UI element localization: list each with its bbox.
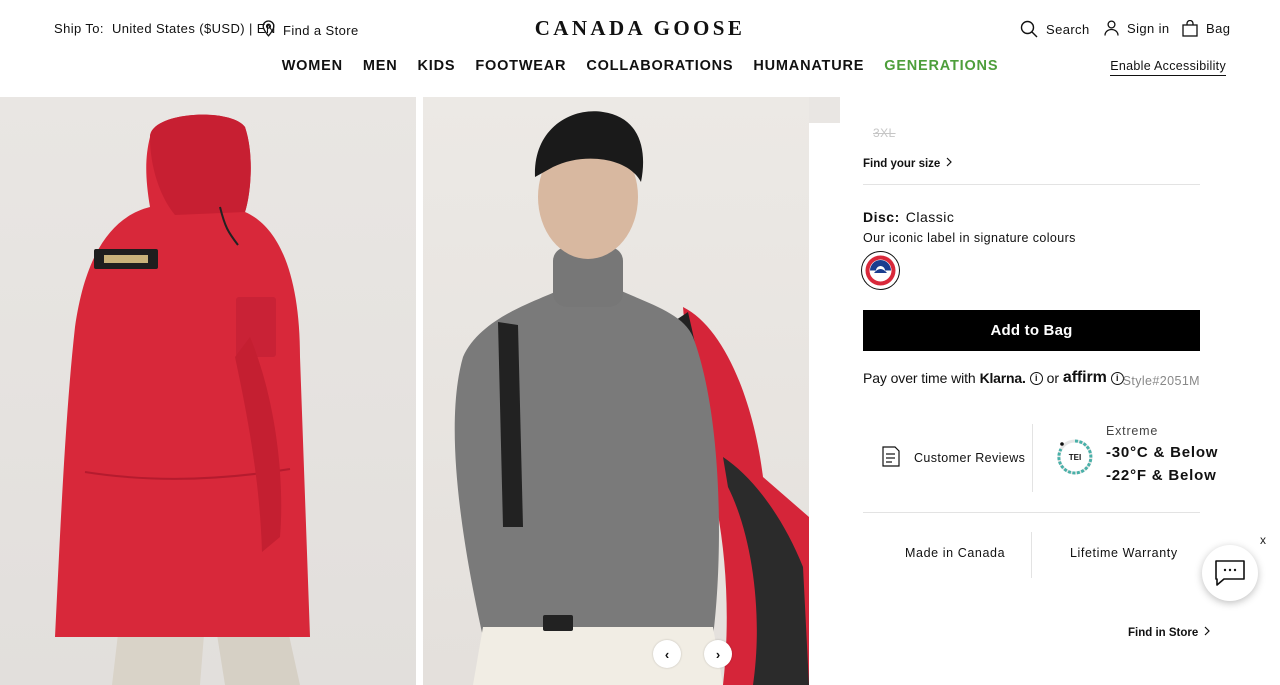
bag-label: Bag (1206, 21, 1231, 36)
temperature-rating: Extreme -30°C & Below -22°F & Below (1106, 424, 1218, 484)
divider (863, 512, 1200, 513)
made-in-canada: Made in Canada (905, 546, 1006, 560)
chevron-left-icon: ‹ (664, 646, 670, 662)
nav-men[interactable]: MEN (363, 58, 398, 74)
pay-over-time-text: Pay over time with (863, 370, 976, 386)
find-in-store-link[interactable]: Find in Store (1128, 626, 1211, 639)
divider (863, 184, 1200, 185)
product-image-model[interactable] (423, 97, 809, 685)
gallery-next-button[interactable]: › (704, 640, 732, 668)
gallery-strip (809, 97, 840, 123)
size-option-3xl[interactable]: 3XL (873, 126, 896, 140)
affirm-logo: affirm (1062, 369, 1107, 386)
nav-humanature[interactable]: HUMANATURE (753, 58, 864, 74)
nav-kids[interactable]: KIDS (418, 58, 456, 74)
nav-footwear[interactable]: FOOTWEAR (475, 58, 566, 74)
reviews-icon (882, 446, 900, 470)
disc-description: Our iconic label in signature colours (863, 231, 1076, 245)
bag-icon (1182, 20, 1198, 37)
sign-in-button[interactable]: Sign in (1104, 20, 1170, 36)
find-in-store-label: Find in Store (1128, 626, 1199, 639)
product-image-back[interactable] (0, 97, 416, 685)
sign-in-label: Sign in (1127, 20, 1170, 36)
search-label: Search (1046, 21, 1090, 37)
canada-goose-disc-icon (865, 255, 896, 286)
bag-button[interactable]: Bag (1182, 20, 1230, 37)
disc-label: Disc: (863, 209, 900, 225)
divider (1031, 532, 1032, 578)
divider (1032, 424, 1033, 492)
user-icon (1104, 20, 1119, 36)
search-button[interactable]: Search (1020, 20, 1090, 38)
find-your-size-label: Find your size (863, 157, 941, 170)
disc-swatch-classic[interactable] (861, 251, 900, 290)
or-text: or (1046, 370, 1059, 386)
temperature-fahrenheit: -22°F & Below (1106, 467, 1217, 484)
temperature-celsius: -30°C & Below (1106, 444, 1219, 461)
main-nav: WOMEN MEN KIDS FOOTWEAR COLLABORATIONS H… (0, 58, 1280, 74)
chat-launcher-button[interactable] (1202, 545, 1258, 601)
disc-value: Classic (905, 209, 955, 225)
nav-generations[interactable]: GENERATIONS (884, 58, 998, 74)
chat-close-button[interactable]: x (1260, 533, 1266, 547)
customer-reviews-label: Customer Reviews (914, 451, 1026, 465)
customer-reviews-link[interactable]: Customer Reviews (882, 446, 1025, 470)
chevron-right-icon (1204, 626, 1211, 639)
disc-selection: Disc: Classic (863, 209, 954, 225)
lifetime-warranty: Lifetime Warranty (1070, 546, 1178, 560)
gallery-prev-button[interactable]: ‹ (653, 640, 681, 668)
payment-options: Pay over time with Klarna. i or affirm i (863, 369, 1124, 387)
utility-bar: Ship To: United States ($USD) | EN Find … (0, 0, 1280, 56)
warmth-level: Extreme (1106, 424, 1159, 438)
chat-bubble-icon (1215, 560, 1245, 586)
tei-label: TEI (1069, 453, 1081, 462)
enable-accessibility-link[interactable]: Enable Accessibility (1110, 59, 1226, 76)
find-your-size-link[interactable]: Find your size (863, 157, 953, 170)
klarna-logo: Klarna. (979, 370, 1026, 386)
chevron-right-icon: › (715, 646, 721, 662)
nav-collaborations[interactable]: COLLABORATIONS (586, 58, 733, 74)
chevron-right-icon (946, 157, 953, 170)
style-number: Style#2051M (1122, 374, 1200, 388)
klarna-info-icon[interactable]: i (1029, 371, 1043, 385)
nav-women[interactable]: WOMEN (282, 58, 343, 74)
search-icon (1020, 20, 1038, 38)
thermal-experience-index-icon: TEI (1056, 438, 1094, 476)
add-to-bag-button[interactable]: Add to Bag (863, 310, 1200, 351)
product-image-gallery: ‹ › (0, 97, 840, 685)
